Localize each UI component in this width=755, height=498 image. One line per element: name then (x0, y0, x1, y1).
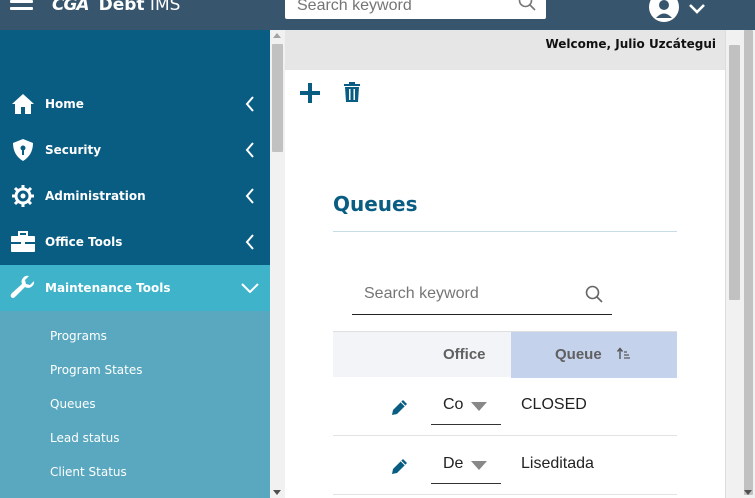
caret-down-icon (471, 402, 487, 411)
office-select-value: Co (443, 396, 464, 413)
table-header: Office Queue (333, 331, 677, 378)
chevron-down-icon (689, 4, 705, 14)
edit-pencil-icon[interactable] (391, 457, 409, 479)
user-avatar-icon (649, 0, 679, 22)
content-scroll-track[interactable] (725, 30, 742, 498)
chevron-down-icon (230, 283, 270, 293)
table-row: De Liseditada (333, 436, 677, 495)
chevron-left-icon (230, 188, 270, 204)
hamburger-menu-icon[interactable] (10, 0, 33, 14)
submenu-item-client-status[interactable]: Client Status (50, 465, 127, 479)
toolbox-icon (0, 231, 45, 253)
column-header-office[interactable]: Office (443, 346, 486, 363)
page-title: Queues (333, 192, 418, 216)
sidebar-scroll-thumb[interactable] (272, 44, 283, 152)
queue-search-input[interactable] (364, 285, 564, 303)
submenu-item-lead-status[interactable]: Lead status (50, 431, 120, 445)
app-logo[interactable]: CGA Debt IMS (52, 0, 180, 16)
scroll-down-arrow-icon[interactable] (744, 490, 752, 495)
sidebar-item-label: Security (45, 143, 102, 157)
page-scrollbar[interactable] (742, 30, 755, 498)
sidebar: Home Security Administration Office Tool… (0, 30, 270, 498)
office-select-value: De (443, 455, 464, 472)
main-content: Queues Office Queue Co CLOSED (285, 70, 725, 498)
top-navbar: CGA Debt IMS (0, 0, 755, 30)
maintenance-tools-submenu: Programs Program States Queues Lead stat… (0, 311, 270, 498)
sidebar-item-label: Home (45, 97, 84, 111)
submenu-item-program-states[interactable]: Program States (50, 363, 142, 377)
office-select[interactable]: Co (431, 387, 501, 425)
table-row: Co CLOSED (333, 377, 677, 436)
sidebar-item-maintenance-tools[interactable]: Maintenance Tools (0, 265, 270, 311)
welcome-bar: Welcome, Julio Uzcátegui (285, 30, 725, 70)
title-divider (333, 231, 677, 232)
page-scroll-thumb[interactable] (744, 30, 753, 495)
chevron-left-icon (230, 234, 270, 250)
submenu-item-queues[interactable]: Queues (50, 397, 96, 411)
sidebar-item-label: Office Tools (45, 235, 123, 249)
home-icon (0, 93, 45, 115)
welcome-text: Welcome, Julio Uzcátegui (545, 37, 716, 51)
scroll-up-arrow-icon[interactable] (273, 33, 281, 38)
search-icon[interactable] (518, 0, 536, 15)
sort-ascending-icon[interactable] (616, 346, 631, 365)
edit-pencil-icon[interactable] (391, 398, 409, 420)
app-name: Debt IMS (98, 0, 181, 15)
sidebar-item-home[interactable]: Home (0, 81, 270, 127)
sidebar-item-administration[interactable]: Administration (0, 173, 270, 219)
column-header-queue[interactable]: Queue (511, 332, 677, 378)
shield-icon (0, 138, 45, 162)
trash-icon (344, 82, 360, 102)
add-button[interactable] (299, 82, 321, 108)
delete-button[interactable] (344, 82, 360, 106)
sidebar-item-security[interactable]: Security (0, 127, 270, 173)
sidebar-item-label: Maintenance Tools (45, 281, 171, 295)
logo-mark: CGA (52, 0, 90, 15)
chevron-left-icon (230, 142, 270, 158)
sidebar-scrollbar[interactable] (270, 30, 285, 498)
caret-down-icon (471, 461, 487, 470)
sidebar-item-label: Administration (45, 189, 146, 203)
content-scroll-thumb[interactable] (729, 45, 740, 300)
scroll-down-arrow-icon[interactable] (273, 490, 281, 495)
queue-cell: Liseditada (521, 455, 594, 472)
sidebar-item-office-tools[interactable]: Office Tools (0, 219, 270, 265)
queue-cell: CLOSED (521, 396, 587, 413)
wrench-icon (0, 275, 45, 301)
submenu-item-programs[interactable]: Programs (50, 329, 107, 343)
gear-icon (0, 184, 45, 208)
queue-search (352, 275, 612, 315)
header-search (285, 0, 546, 19)
header-search-input[interactable] (297, 0, 507, 15)
office-select[interactable]: De (431, 446, 501, 484)
search-icon[interactable] (585, 285, 603, 307)
chevron-left-icon (230, 96, 270, 112)
queues-table: Office Queue Co CLOSED De Liseditada (333, 331, 677, 495)
plus-icon (300, 83, 320, 103)
user-menu[interactable] (648, 0, 710, 22)
column-header-label: Queue (555, 346, 602, 363)
